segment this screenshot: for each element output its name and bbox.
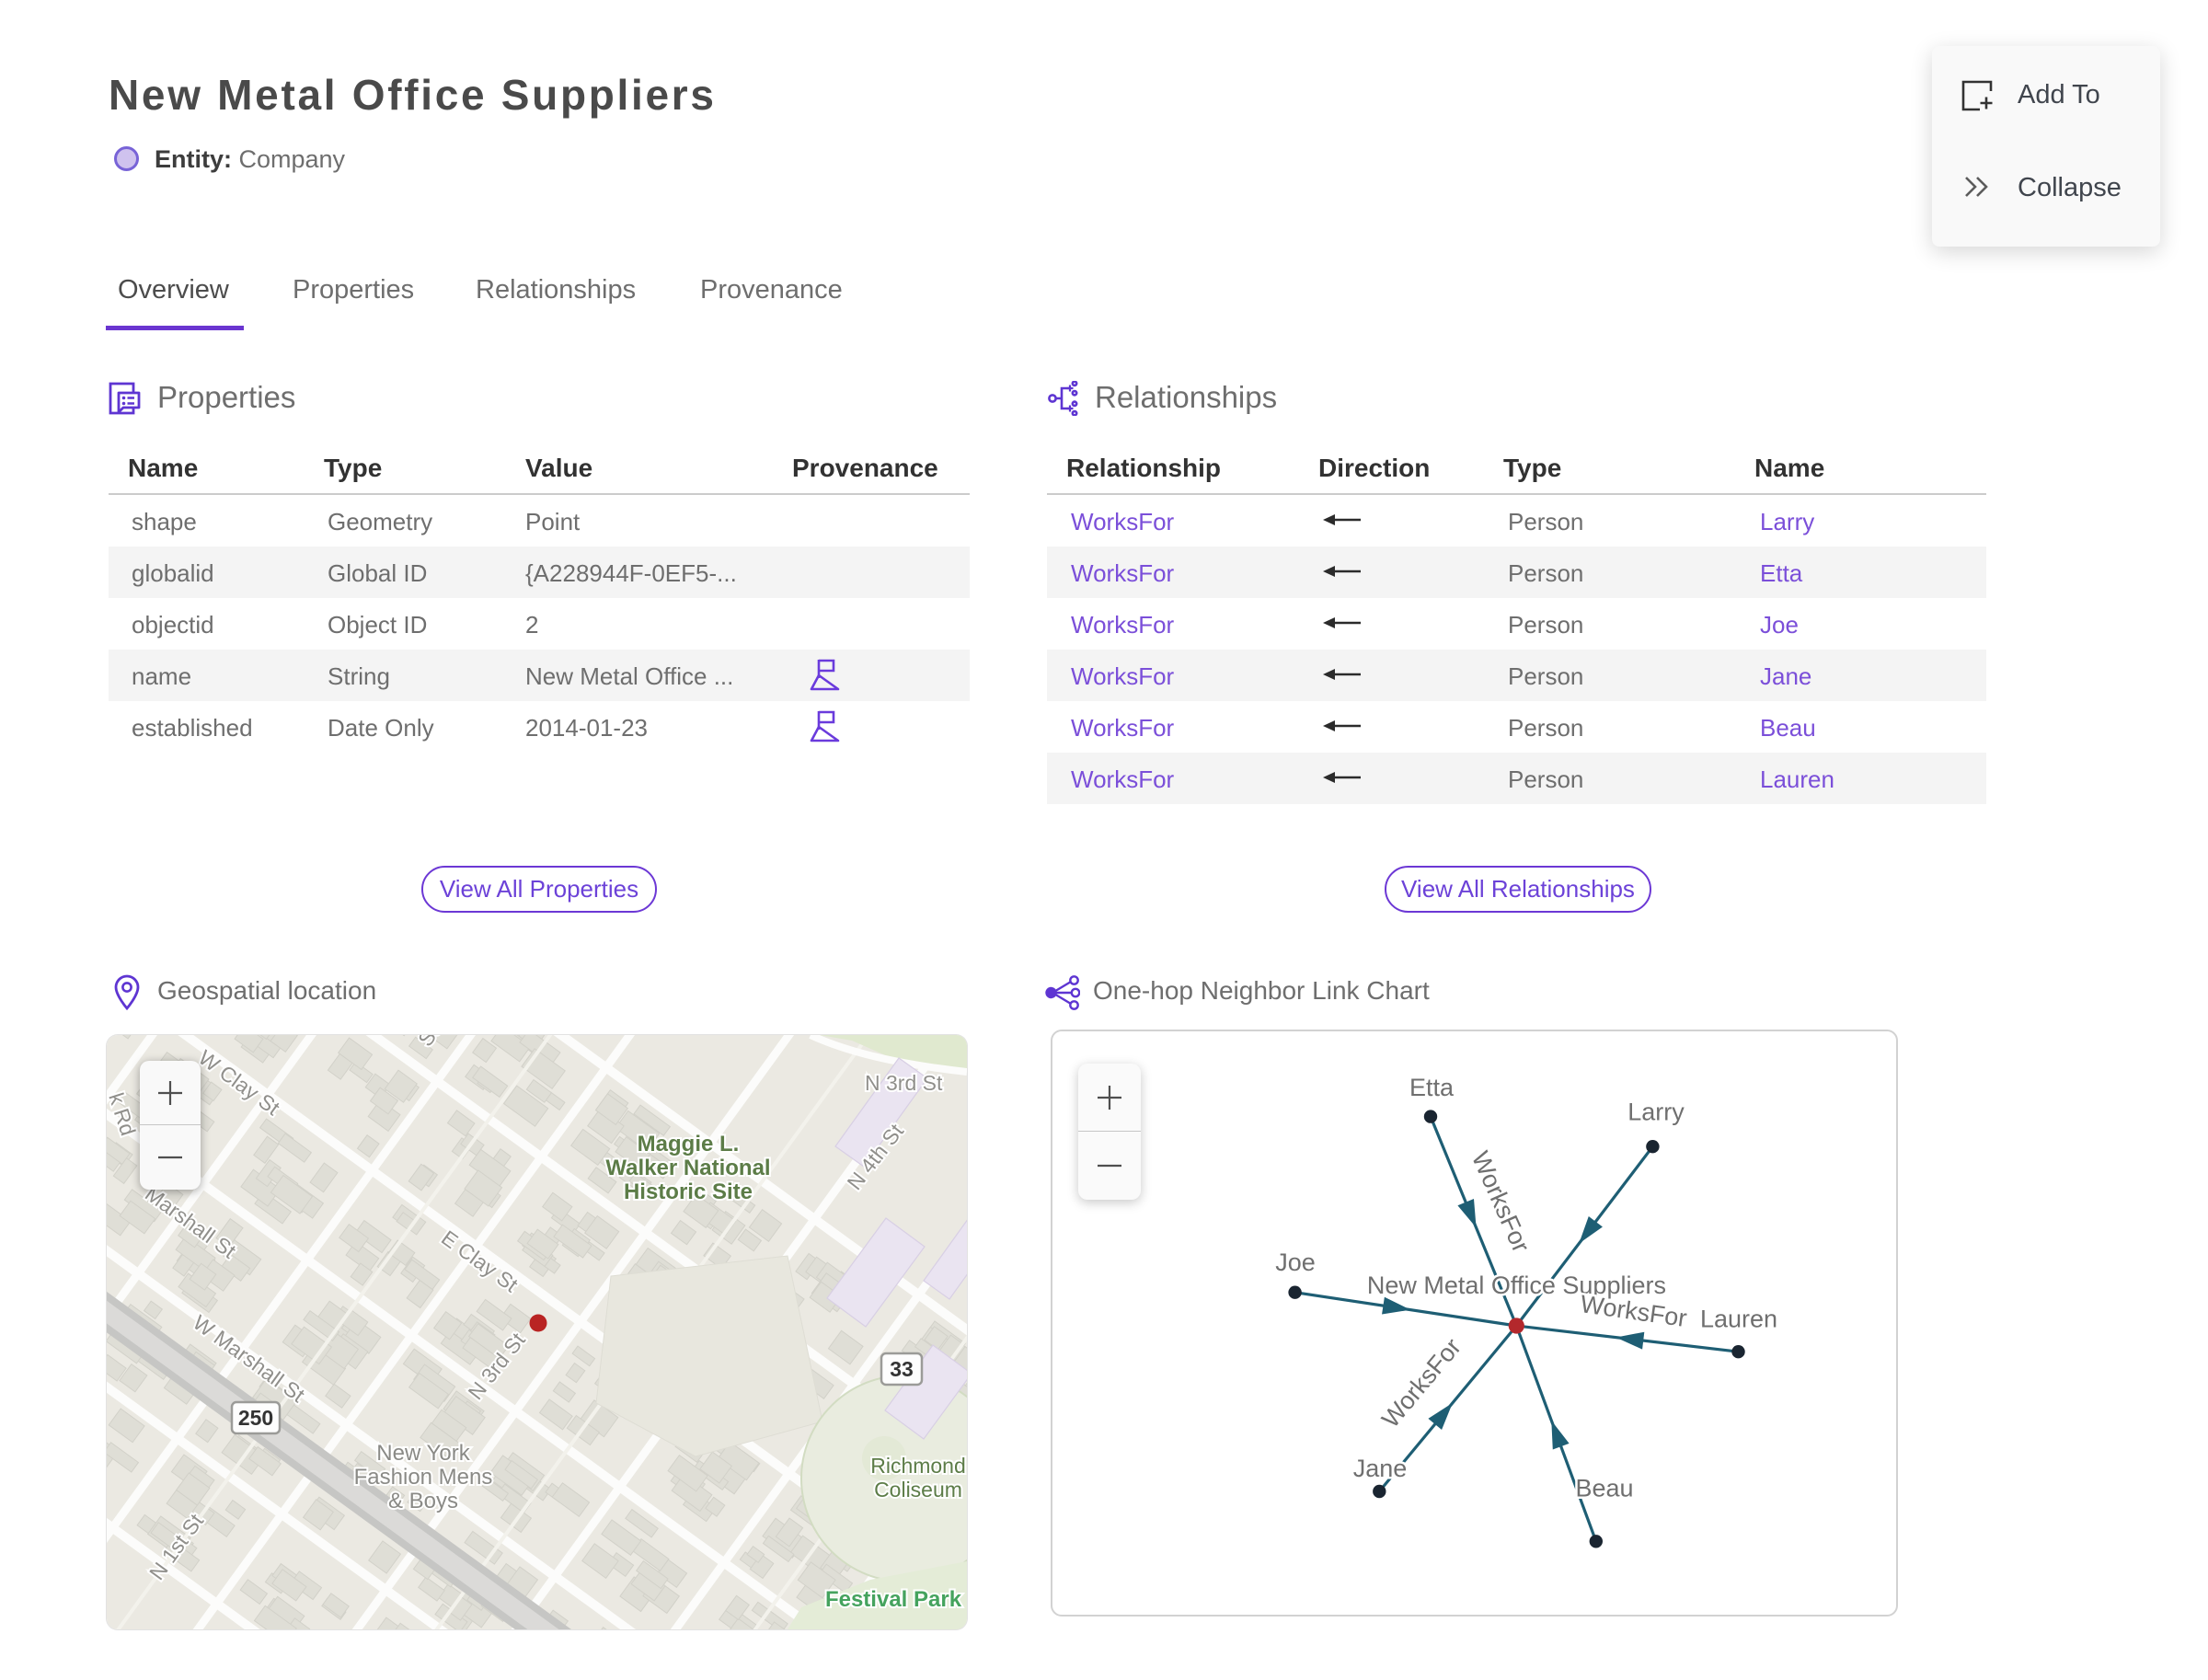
svg-text:Maggie L.: Maggie L. — [638, 1132, 740, 1156]
svg-text:Walker National: Walker National — [605, 1156, 770, 1180]
svg-text:& Boys: & Boys — [388, 1489, 458, 1513]
svg-text:WorksFor: WorksFor — [1376, 1333, 1466, 1433]
svg-text:Historic Site: Historic Site — [624, 1179, 753, 1204]
svg-text:Beau: Beau — [1575, 1475, 1633, 1502]
svg-text:Coliseum: Coliseum — [874, 1478, 962, 1502]
svg-text:WorksFor: WorksFor — [1579, 1290, 1689, 1332]
svg-text:Joe: Joe — [1275, 1248, 1316, 1276]
svg-text:N 3rd St: N 3rd St — [865, 1071, 943, 1095]
svg-text:250: 250 — [238, 1406, 273, 1430]
svg-text:Fashion Mens: Fashion Mens — [354, 1465, 493, 1490]
svg-text:33: 33 — [890, 1357, 914, 1381]
svg-text:WorksFor: WorksFor — [1466, 1147, 1535, 1257]
svg-text:Richmond: Richmond — [870, 1454, 966, 1478]
svg-text:Jane: Jane — [1353, 1455, 1408, 1482]
svg-text:Lauren: Lauren — [1700, 1306, 1777, 1333]
svg-text:Etta: Etta — [1409, 1074, 1455, 1101]
svg-text:Festival Park: Festival Park — [825, 1587, 962, 1612]
svg-text:New York: New York — [376, 1441, 470, 1466]
svg-text:Larry: Larry — [1627, 1099, 1685, 1126]
